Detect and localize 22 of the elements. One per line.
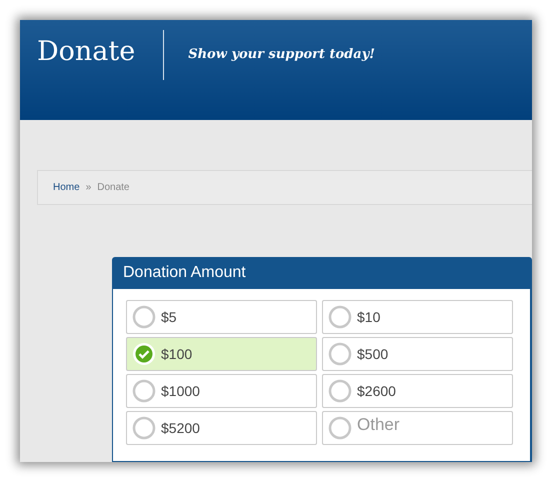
amount-option[interactable]: $2600 [322, 374, 513, 408]
tagline: Show your support today! [188, 46, 375, 64]
radio-icon[interactable] [132, 379, 156, 403]
radio-icon[interactable] [328, 416, 352, 440]
amount-option[interactable]: $1000 [126, 374, 317, 408]
panel-title: Donation Amount [113, 258, 530, 289]
amount-option[interactable]: $5200 [126, 411, 317, 445]
site-title: Donate [37, 35, 136, 69]
breadcrumb-link[interactable]: Home [53, 182, 80, 193]
amount-option[interactable]: $500 [322, 337, 513, 371]
amount-option[interactable]: $5 [126, 300, 317, 334]
radio-icon[interactable] [328, 305, 352, 329]
other-amount-field[interactable]: Other [357, 415, 507, 435]
amount-option[interactable]: $100 [126, 337, 317, 371]
radio-icon[interactable] [328, 342, 352, 366]
breadcrumb-text: » [86, 182, 92, 193]
breadcrumb-text: Donate [97, 182, 130, 193]
radio-icon[interactable] [132, 305, 156, 329]
radio-icon[interactable] [328, 379, 352, 403]
amount-option[interactable]: Other [322, 411, 513, 445]
radio-icon[interactable] [132, 416, 156, 440]
amount-option[interactable]: $10 [322, 300, 513, 334]
